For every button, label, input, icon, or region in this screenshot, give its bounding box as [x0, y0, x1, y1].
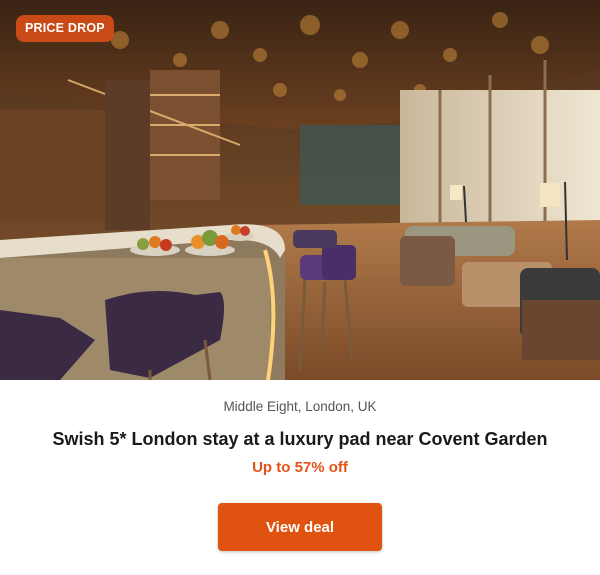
deal-location: Middle Eight, London, UK: [223, 399, 377, 414]
deal-discount: Up to 57% off: [252, 459, 348, 476]
price-drop-badge: PRICE DROP: [16, 15, 114, 42]
view-deal-button[interactable]: View deal: [218, 503, 382, 551]
deal-card[interactable]: PRICE DROP Middle Eight, London, UK Swis…: [0, 0, 600, 575]
hotel-bar-illustration: [0, 0, 600, 380]
hotel-bar-photo[interactable]: PRICE DROP: [0, 0, 600, 380]
deal-title[interactable]: Swish 5* London stay at a luxury pad nea…: [0, 429, 600, 450]
